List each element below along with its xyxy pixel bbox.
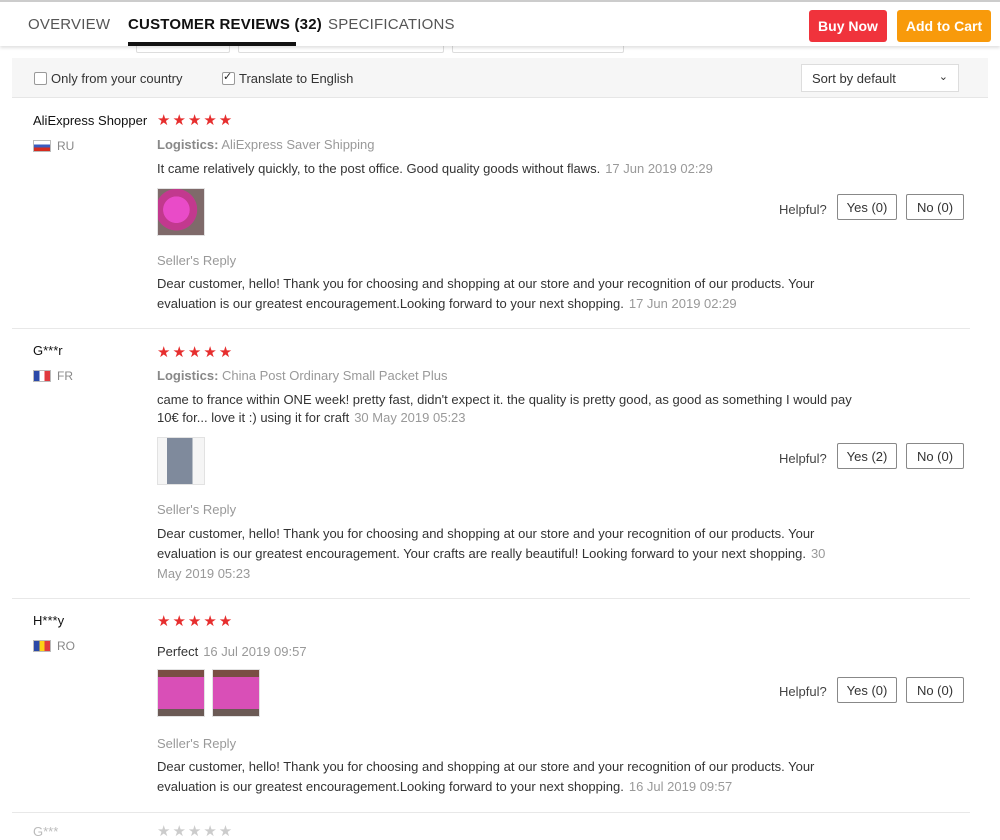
only-country-checkbox[interactable] <box>34 72 47 85</box>
star-rating: ★★★★★ <box>157 111 235 129</box>
review-photo-thumbnail[interactable] <box>157 437 205 485</box>
helpful-label: Helpful? <box>779 451 827 466</box>
reviewer-name: H***y <box>33 613 65 628</box>
star-rating: ★★★★★ <box>157 343 235 361</box>
review-photo-thumbnail[interactable] <box>157 669 205 717</box>
logistics-info: Logistics: China Post Ordinary Small Pac… <box>157 368 448 383</box>
star-rating: ★★★★★ <box>157 822 235 840</box>
only-country-label[interactable]: Only from your country <box>51 71 183 86</box>
active-tab-indicator <box>128 42 296 46</box>
review-photo-thumbnail[interactable] <box>157 188 205 236</box>
tab-overview[interactable]: OVERVIEW <box>28 16 110 33</box>
reviewer-country: RO <box>33 639 75 653</box>
tab-bar: OVERVIEW CUSTOMER REVIEWS (32) SPECIFICA… <box>0 0 1000 46</box>
reply-date: 16 Jul 2019 09:57 <box>628 779 733 794</box>
review-text: It came relatively quickly, to the post … <box>157 161 713 176</box>
tab-specifications[interactable]: SPECIFICATIONS <box>328 16 455 33</box>
seller-reply-title: Seller's Reply <box>157 253 237 268</box>
review-filter-bar: Only from your country Translate to Engl… <box>12 58 988 98</box>
review-item: G***r FR ★★★★★ Logistics: China Post Ord… <box>12 329 970 599</box>
helpful-no-button[interactable]: No (0) <box>906 677 964 703</box>
helpful-no-button[interactable]: No (0) <box>906 443 964 469</box>
helpful-yes-button[interactable]: Yes (2) <box>837 443 897 469</box>
review-item: AliExpress Shopper RU ★★★★★ Logistics: A… <box>12 99 970 329</box>
add-to-cart-button[interactable]: Add to Cart <box>897 10 991 42</box>
helpful-label: Helpful? <box>779 684 827 699</box>
logistics-info: Logistics: AliExpress Saver Shipping <box>157 137 375 152</box>
flag-icon <box>33 370 51 382</box>
reviewer-name: G*** <box>33 824 59 839</box>
reply-date: 17 Jun 2019 02:29 <box>628 296 737 311</box>
seller-reply-text: Dear customer, hello! Thank you for choo… <box>157 276 815 311</box>
review-photo-thumbnail[interactable] <box>212 669 260 717</box>
seller-reply-text: Dear customer, hello! Thank you for choo… <box>157 526 826 581</box>
sort-select-value: Sort by default <box>812 71 896 86</box>
review-item-partial: G*** ★★★★★ <box>12 814 970 840</box>
reviewer-name: AliExpress Shopper <box>33 113 148 128</box>
helpful-no-button[interactable]: No (0) <box>906 194 964 220</box>
reviewer-name: G***r <box>33 343 63 358</box>
chevron-down-icon: ⌄ <box>938 70 948 83</box>
flag-icon <box>33 140 51 152</box>
country-code: RO <box>57 639 75 653</box>
buy-now-button[interactable]: Buy Now <box>809 10 887 42</box>
star-rating: ★★★★★ <box>157 612 235 630</box>
translate-label[interactable]: Translate to English <box>239 71 353 86</box>
flag-icon <box>33 640 51 652</box>
country-code: RU <box>57 139 75 153</box>
reviewer-country: RU <box>33 139 74 153</box>
review-item: H***y RO ★★★★★ Perfect 16 Jul 2019 09:57 … <box>12 599 970 813</box>
reviewer-country: FR <box>33 369 73 383</box>
helpful-yes-button[interactable]: Yes (0) <box>837 194 897 220</box>
review-date: 30 May 2019 05:23 <box>354 410 466 425</box>
helpful-label: Helpful? <box>779 202 827 217</box>
review-text: came to france within ONE week! pretty f… <box>157 392 852 425</box>
country-code: FR <box>57 369 73 383</box>
review-date: 17 Jun 2019 02:29 <box>605 161 713 176</box>
review-text: Perfect 16 Jul 2019 09:57 <box>157 644 307 659</box>
review-date: 16 Jul 2019 09:57 <box>203 644 307 659</box>
sort-select[interactable]: Sort by default ⌄ <box>801 64 959 92</box>
seller-reply-text: Dear customer, hello! Thank you for choo… <box>157 759 815 794</box>
helpful-yes-button[interactable]: Yes (0) <box>837 677 897 703</box>
translate-checkbox[interactable] <box>222 70 235 85</box>
tab-customer-reviews[interactable]: CUSTOMER REVIEWS (32) <box>128 16 322 33</box>
seller-reply-title: Seller's Reply <box>157 736 237 751</box>
seller-reply-title: Seller's Reply <box>157 502 237 517</box>
